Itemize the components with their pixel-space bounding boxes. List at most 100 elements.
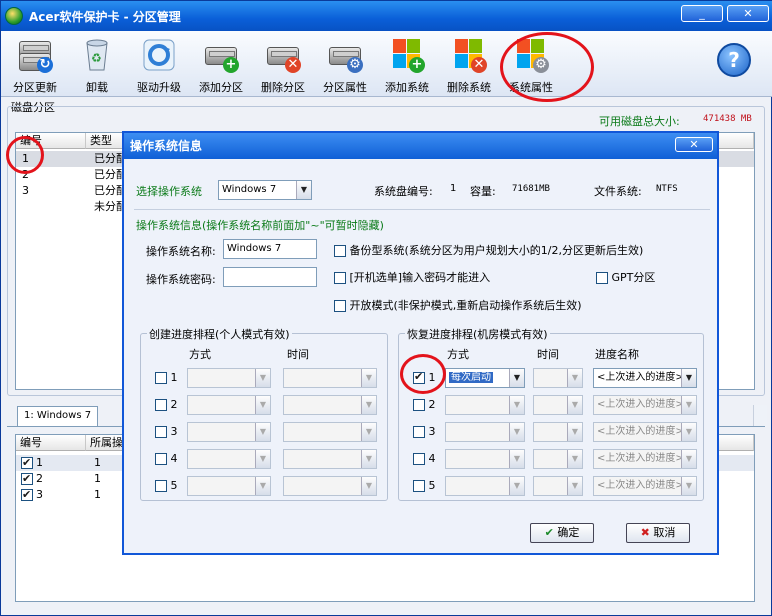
restore-progress-select[interactable]: <上次进入的进度> ▼ — [593, 422, 697, 442]
create-row[interactable]: 1 — [155, 371, 178, 384]
column-header-id[interactable]: 编号 — [16, 435, 86, 451]
create-time-select[interactable]: ▼ — [283, 395, 377, 415]
boot-password-checkbox[interactable] — [334, 272, 346, 284]
os-name-input[interactable]: Windows 7 — [223, 239, 317, 259]
recycle-bin-icon: ♻ — [79, 37, 115, 73]
disk-no-label: 系统盘编号: — [374, 185, 433, 198]
create-method-select[interactable]: ▼ — [187, 422, 271, 442]
restore-row[interactable]: 4 — [413, 452, 436, 465]
restore-row[interactable]: 3 — [413, 425, 436, 438]
gpt-option[interactable]: GPT分区 — [596, 269, 655, 285]
tab-os-windows7[interactable]: 1: Windows 7 — [17, 406, 99, 426]
create-method-select[interactable]: ▼ — [187, 368, 271, 388]
create-schedule-group: 创建进度排程(个人模式有效) 方式 时间 1 ▼ ▼ 2 ▼ ▼ 3 ▼ ▼ 4 ▼ ▼ 5 ▼ ▼ — [140, 326, 388, 501]
chevron-down-icon: ▼ — [255, 423, 270, 441]
create-row-checkbox[interactable] — [155, 372, 167, 384]
toolbar-partition-properties-button[interactable]: ⚙ 分区属性 — [314, 35, 376, 95]
open-mode-option[interactable]: 开放模式(非保护模式,重新启动操作系统后生效) — [334, 297, 582, 313]
create-method-select[interactable]: ▼ — [187, 476, 271, 496]
ok-button[interactable]: ✔ 确定 — [530, 523, 594, 543]
toolbar-add-system-button[interactable]: + 添加系统 — [376, 35, 438, 95]
restore-time-select[interactable]: ▼ — [533, 395, 583, 415]
os-password-input[interactable] — [223, 267, 317, 287]
restore-row[interactable]: 2 — [413, 398, 436, 411]
title-bar: Acer软件保护卡 - 分区管理 _ ✕ — [1, 1, 772, 31]
create-row-checkbox[interactable] — [155, 399, 167, 411]
create-row[interactable]: 2 — [155, 398, 178, 411]
fs-label: 文件系统: — [594, 185, 642, 198]
os-password-label: 操作系统密码: — [146, 273, 216, 286]
toolbar-add-partition-button[interactable]: + 添加分区 — [190, 35, 252, 95]
toolbar-partition-update-button[interactable]: ↻ 分区更新 — [4, 35, 66, 95]
restore-row-checkbox[interactable] — [413, 426, 425, 438]
os-info-label: 操作系统信息(操作系统名称前面加"~"可暂时隐藏) — [136, 219, 384, 232]
restore-row-checkbox[interactable] — [413, 453, 425, 465]
restore-time-select[interactable]: ▼ — [533, 422, 583, 442]
chevron-down-icon: ▼ — [681, 450, 696, 468]
create-row-checkbox[interactable] — [155, 480, 167, 492]
backup-option[interactable]: 备份型系统(系统分区为用户规划大小的1/2,分区更新后生效) — [334, 242, 643, 258]
chevron-down-icon: ▼ — [361, 369, 376, 387]
restore-time-select[interactable]: ▼ — [533, 368, 583, 388]
create-row[interactable]: 3 — [155, 425, 178, 438]
close-button[interactable]: ✕ — [727, 5, 769, 22]
create-time-select[interactable]: ▼ — [283, 476, 377, 496]
fs-value: NTFS — [656, 184, 678, 194]
minimize-button[interactable]: _ — [681, 5, 723, 22]
gpt-checkbox[interactable] — [596, 272, 608, 284]
chevron-down-icon: ▼ — [681, 477, 696, 495]
cancel-button[interactable]: ✖ 取消 — [626, 523, 690, 543]
create-row-checkbox[interactable] — [155, 426, 167, 438]
create-time-select[interactable]: ▼ — [283, 449, 377, 469]
row-checkbox[interactable] — [21, 487, 33, 503]
create-method-select[interactable]: ▼ — [187, 449, 271, 469]
create-time-select[interactable]: ▼ — [283, 422, 377, 442]
restore-method-select[interactable]: ▼ — [445, 422, 525, 442]
create-row[interactable]: 5 — [155, 479, 178, 492]
restore-row[interactable]: 5 — [413, 479, 436, 492]
restore-time-select[interactable]: ▼ — [533, 476, 583, 496]
os-select[interactable]: Windows 7 ▼ — [218, 180, 312, 200]
tab-scroll-arrows[interactable] — [753, 405, 767, 427]
row-checkbox[interactable] — [21, 471, 33, 487]
help-button[interactable]: ? — [717, 43, 751, 77]
chevron-down-icon: ▼ — [361, 396, 376, 414]
delete-partition-icon: ✕ — [265, 37, 301, 73]
restore-row-checkbox[interactable] — [413, 399, 425, 411]
restore-method-select[interactable]: ▼ — [445, 395, 525, 415]
chevron-down-icon: ▼ — [681, 423, 696, 441]
restore-progress-select[interactable]: <上次进入的进度> ▼ — [593, 395, 697, 415]
app-logo-icon — [5, 7, 23, 25]
restore-row-checkbox[interactable] — [413, 480, 425, 492]
chevron-down-icon: ▼ — [509, 450, 524, 468]
chevron-down-icon: ▼ — [255, 369, 270, 387]
open-mode-checkbox[interactable] — [334, 300, 346, 312]
toolbar-driver-upgrade-button[interactable]: 驱动升级 — [128, 35, 190, 95]
chevron-down-icon: ▼ — [567, 369, 582, 387]
toolbar-delete-system-button[interactable]: ✕ 删除系统 — [438, 35, 500, 95]
restore-progress-select[interactable]: <上次进入的进度> ▼ — [593, 476, 697, 496]
restore-time-select[interactable]: ▼ — [533, 449, 583, 469]
backup-checkbox[interactable] — [334, 245, 346, 257]
annotation-circle — [400, 354, 446, 394]
toolbar-delete-partition-button[interactable]: ✕ 删除分区 — [252, 35, 314, 95]
toolbar: ↻ 分区更新 ♻ 卸载 驱动升级 + 添加分区 ✕ 删除分区 ⚙ 分区属性 + … — [1, 31, 772, 97]
toolbar-uninstall-button[interactable]: ♻ 卸载 — [66, 35, 128, 95]
chevron-down-icon: ▼ — [361, 477, 376, 495]
capacity-label: 容量: — [470, 185, 496, 198]
restore-method-select[interactable]: ▼ — [445, 449, 525, 469]
restore-progress-select[interactable]: <上次进入的进度> ▼ — [593, 449, 697, 469]
chevron-down-icon: ▼ — [567, 450, 582, 468]
restore-method-select[interactable]: 每次启动 ▼ — [445, 368, 525, 388]
restore-method-select[interactable]: ▼ — [445, 476, 525, 496]
boot-password-option[interactable]: [开机选单]输入密码才能进入 — [334, 269, 490, 285]
add-partition-icon: + — [203, 37, 239, 73]
create-time-select[interactable]: ▼ — [283, 368, 377, 388]
row-checkbox[interactable] — [21, 455, 33, 471]
create-row-checkbox[interactable] — [155, 453, 167, 465]
chevron-down-icon: ▼ — [509, 477, 524, 495]
dialog-close-button[interactable]: ✕ — [675, 137, 713, 152]
restore-progress-select[interactable]: <上次进入的进度> ▼ — [593, 368, 697, 388]
create-row[interactable]: 4 — [155, 452, 178, 465]
create-method-select[interactable]: ▼ — [187, 395, 271, 415]
